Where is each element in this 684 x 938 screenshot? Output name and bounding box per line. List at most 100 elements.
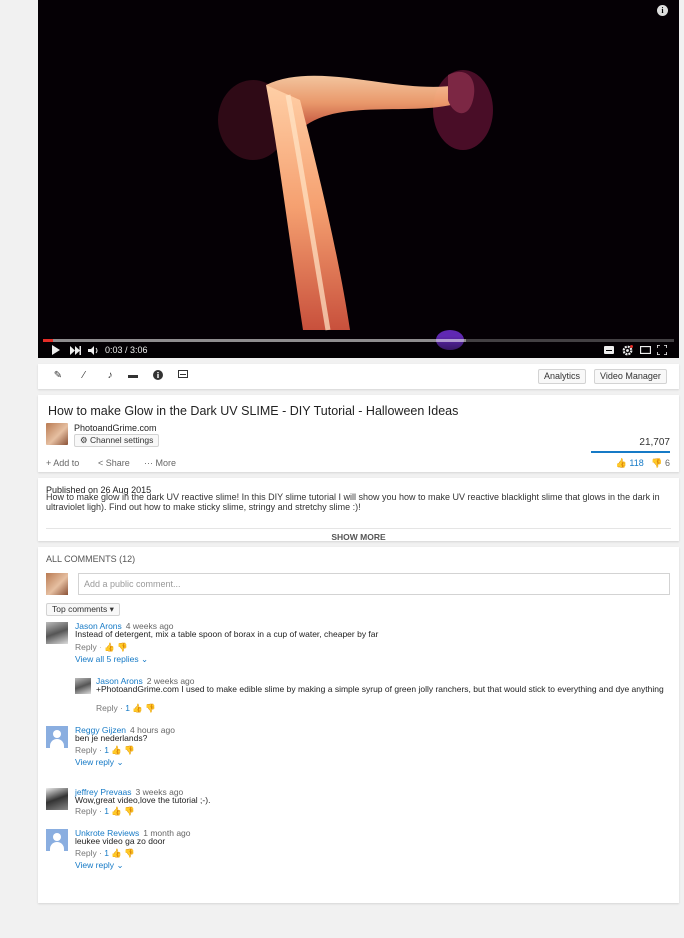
magic-wand-icon[interactable]: ⁄ [78,370,90,382]
like-count: 1 [104,806,110,816]
thumbs-up-icon[interactable]: 👍 [104,642,115,652]
time-display: 0:03 / 3:06 [105,345,148,355]
show-more-button[interactable]: SHOW MORE [46,528,671,541]
pencil-icon[interactable]: ✎ [52,370,64,382]
reply-text: +PhotoandGrime.com I used to make edible… [96,684,664,694]
reply-actions: Reply · 1 👍 👎 [96,703,156,713]
theater-mode-icon[interactable] [640,343,651,357]
reply-button[interactable]: Reply [75,848,97,858]
description-card: Published on 26 Aug 2015 How to make glo… [38,478,679,541]
comment-text: leukee video ga zo door [75,836,166,846]
settings-gear-icon[interactable] [622,343,633,357]
progress-bar[interactable] [43,339,674,342]
comment-avatar[interactable] [46,788,68,810]
view-replies-label: View all 5 replies [75,654,139,664]
thumbs-down-icon[interactable]: 👎 [117,642,128,652]
reply-avatar[interactable] [75,678,91,694]
reply-button[interactable]: Reply [96,703,118,713]
comment-text: ben je nederlands? [75,733,148,743]
chevron-down-icon: ⌄ [141,654,149,664]
comment-text: Wow,great video,love the tutorial ;-). [75,795,211,805]
comment-input[interactable]: Add a public comment... [78,573,670,595]
dropdown-arrow-icon: ▾ [109,604,114,614]
comment-avatar[interactable] [46,726,68,748]
thumbs-down-icon[interactable]: 👎 [124,848,135,858]
channel-settings-label: Channel settings [90,435,154,445]
thumbs-up-icon[interactable]: 👍 [111,745,122,755]
speech-bubble-icon[interactable]: ▬ [127,370,139,382]
next-icon[interactable] [70,343,81,357]
view-replies-link[interactable]: View all 5 replies ⌄ [75,654,148,665]
creator-toolbar: ✎ ⁄ ♪ ▬ Analytics Video Manager [38,364,679,389]
channel-avatar[interactable] [46,423,68,445]
progress-played [43,339,54,342]
thumbs-down-icon[interactable]: 👎 [124,806,135,816]
reply-button[interactable]: Reply [75,642,97,652]
more-label: More [155,458,177,468]
sort-comments-button[interactable]: Top comments ▾ [46,603,120,616]
subtitles-cc-icon[interactable] [604,343,614,357]
video-title: How to make Glow in the Dark UV SLIME - … [48,404,459,418]
description-text: How to make glow in the dark UV reactive… [46,492,660,512]
like-ratio-bar [591,451,670,453]
music-note-icon[interactable]: ♪ [104,370,116,382]
comment-actions: Reply · 1 👍 👎 [75,806,135,816]
thumbs-down-icon[interactable]: 👎 [651,458,662,468]
share-button[interactable]: < Share [98,458,130,468]
view-reply-link[interactable]: View reply ⌄ [75,757,124,768]
comment-avatar[interactable] [46,622,68,644]
add-to-button[interactable]: + Add to [46,458,79,468]
info-icon[interactable]: i [657,5,668,16]
comment-text: Instead of detergent, mix a table spoon … [75,629,379,639]
like-dislike-counts: 👍 118 👎 6 [616,458,670,469]
time-current: 0:03 [105,345,123,355]
chevron-down-icon: ⌄ [116,757,124,767]
gear-icon: ⚙ [80,435,88,445]
like-count: 1 [104,745,110,755]
progress-buffered [43,339,466,342]
chevron-down-icon: ⌄ [116,860,124,870]
share-icon: < [98,458,104,468]
channel-settings-button[interactable]: ⚙ Channel settings [74,434,160,447]
comments-section: ALL COMMENTS (12) Add a public comment..… [38,547,679,903]
time-total: 3:06 [130,345,148,355]
comment-avatar[interactable] [46,829,68,851]
view-reply-link[interactable]: View reply ⌄ [75,860,124,871]
comment-actions: Reply · 👍 👎 [75,642,128,652]
analytics-button[interactable]: Analytics [538,369,587,384]
fullscreen-icon[interactable] [657,343,667,357]
thumbs-down-icon[interactable]: 👎 [124,745,135,755]
thumbs-down-icon[interactable]: 👎 [145,703,156,713]
view-count: 21,707 [639,437,670,448]
reply-button[interactable]: Reply [75,806,97,816]
thumbs-up-icon[interactable]: 👍 [111,848,122,858]
plus-icon: + [46,458,52,468]
video-info-card: How to make Glow in the Dark UV SLIME - … [38,395,679,472]
like-count: 1 [104,848,110,858]
volume-icon[interactable] [88,343,99,357]
more-dots-icon: ··· [144,458,153,468]
video-player[interactable]: i 0:03 / 3:06 [38,0,679,358]
like-count: 1 [125,703,131,713]
comment-actions: Reply · 1 👍 👎 [75,848,135,858]
comment-actions: Reply · 1 👍 👎 [75,745,135,755]
video-frame[interactable] [38,0,679,358]
channel-name[interactable]: PhotoandGrime.com [74,423,157,433]
subtitles-icon[interactable] [177,370,189,382]
thumbs-up-icon[interactable]: 👍 [616,458,627,468]
play-icon[interactable] [51,343,60,357]
view-reply-label: View reply [75,757,115,767]
thumbs-up-icon[interactable]: 👍 [132,703,143,713]
reply-button[interactable]: Reply [75,745,97,755]
like-count: 118 [629,458,644,468]
sort-label: Top comments [52,604,108,614]
share-label: Share [105,458,130,468]
dislike-count: 6 [664,458,670,468]
thumbs-up-icon[interactable]: 👍 [111,806,122,816]
more-button[interactable]: ··· More [144,458,176,468]
view-reply-label: View reply [75,860,115,870]
info-circle-icon[interactable] [152,370,164,382]
video-manager-button[interactable]: Video Manager [594,369,667,384]
comments-header: ALL COMMENTS (12) [46,554,136,564]
add-to-label: Add to [53,458,80,468]
